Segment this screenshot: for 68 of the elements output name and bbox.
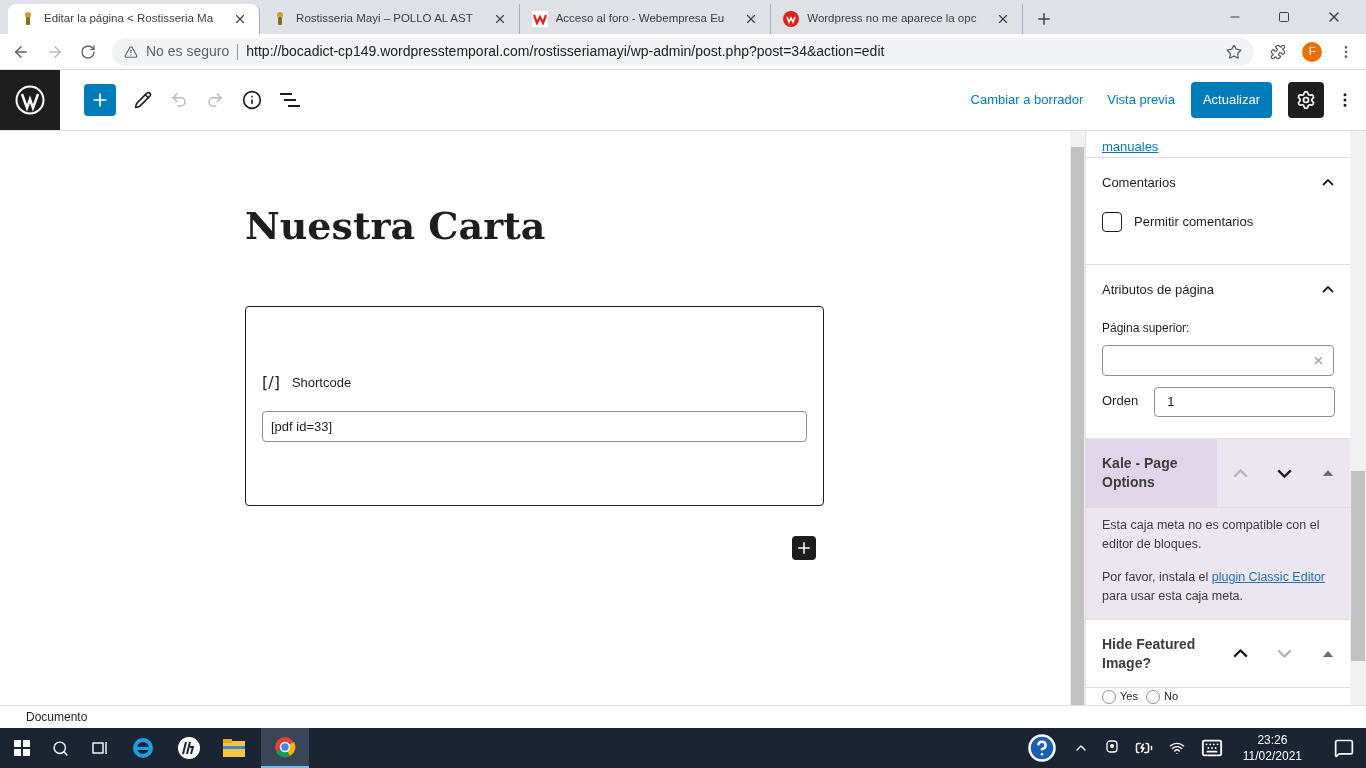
bookmark-star-icon[interactable] xyxy=(1226,43,1242,60)
shortcode-icon: [/] xyxy=(262,370,280,395)
settings-icon xyxy=(1296,90,1316,110)
panel-header[interactable]: Comentarios xyxy=(1102,157,1334,208)
radio-label: Yes xyxy=(1120,691,1138,702)
switch-to-draft-link[interactable]: Cambiar a borrador xyxy=(970,90,1084,110)
tab-title: Editar la página < Rostisseria Ma xyxy=(44,11,214,27)
field-label: Página superior: xyxy=(1102,319,1191,337)
url-text: http://bocadict-cp149.wordpresstemporal.com/rostisseriamayi/wp-admin/post.php?post=34&action=edit xyxy=(246,42,886,61)
extensions-icon[interactable] xyxy=(1270,43,1286,60)
keyboard-icon[interactable] xyxy=(1200,737,1223,759)
wordpress-logo-icon xyxy=(15,85,45,115)
wifi-icon[interactable] xyxy=(1168,740,1185,756)
windows-logo-icon[interactable] xyxy=(14,740,30,756)
restore-icon[interactable] xyxy=(1278,11,1290,23)
w-logo-icon xyxy=(783,11,800,27)
info-icon[interactable] xyxy=(242,90,262,110)
browser-tab[interactable]: Editar la página < Rostisseria Ma xyxy=(8,4,261,34)
wordpress-logo[interactable] xyxy=(0,70,60,130)
page-title[interactable]: Nuestra Carta xyxy=(245,197,546,254)
preview-link[interactable]: Vista previa xyxy=(1107,90,1175,110)
scrollbar[interactable] xyxy=(1070,131,1085,705)
update-button[interactable]: Actualizar xyxy=(1190,82,1272,118)
chrome-icon xyxy=(274,736,296,758)
search-icon[interactable] xyxy=(52,739,69,757)
scrollbar[interactable] xyxy=(1350,131,1366,705)
address-field[interactable]: No es seguro http://bocadict-cp149.wordpresstemporal.com/rostisseriamayi/wp-admin/post.php?post=34&action=edit xyxy=(112,37,1254,66)
tab-title: Acceso al foro - Webempresa Eu xyxy=(555,11,725,27)
task-view-icon[interactable] xyxy=(91,740,109,756)
radio-label: No xyxy=(1163,691,1178,702)
checkbox-label: Permitir comentarios xyxy=(1134,213,1254,232)
order-field[interactable]: 1 xyxy=(1154,386,1336,417)
settings-button[interactable] xyxy=(1288,82,1324,118)
reload-icon[interactable] xyxy=(80,43,96,60)
meta-box-help: Por favor, instala el plugin Classic Editor para usar esta caja meta. xyxy=(1102,569,1327,605)
block-label: Shortcode xyxy=(291,373,352,392)
radio-button[interactable] xyxy=(1145,689,1160,704)
tab-title: Rostisseria Mayi – POLLO AL AST xyxy=(296,11,473,27)
manuals-link[interactable]: manuales xyxy=(1102,139,1159,153)
list-view-icon[interactable] xyxy=(280,93,300,107)
parent-page-field[interactable] xyxy=(1102,344,1334,376)
w-logo-icon xyxy=(531,11,548,27)
webcam-icon[interactable] xyxy=(1104,740,1119,756)
shortcode-field[interactable]: [pdf id=33] xyxy=(262,410,807,442)
field-label: Orden xyxy=(1102,391,1139,410)
pencil-icon[interactable] xyxy=(134,91,152,109)
meta-box-title[interactable]: Kale - Page Options xyxy=(1086,439,1217,507)
shortcode-block[interactable]: [/] Shortcode [pdf id=33] xyxy=(245,306,824,506)
breadcrumb[interactable]: Documento xyxy=(26,708,88,726)
radio-button[interactable] xyxy=(1102,689,1116,704)
folder-icon[interactable] xyxy=(223,739,245,757)
chrome-taskbar-button[interactable] xyxy=(261,728,309,768)
add-block-button[interactable] xyxy=(792,536,816,560)
notifications-icon[interactable] xyxy=(1334,738,1354,758)
checkbox[interactable] xyxy=(1102,211,1122,232)
clock[interactable]: 23:26 11/02/2021 xyxy=(1238,732,1306,764)
warning-icon xyxy=(124,44,138,59)
browser-e-icon[interactable] xyxy=(131,737,155,759)
plus-icon xyxy=(795,539,813,557)
panel-header[interactable]: Atributos de página xyxy=(1102,264,1334,315)
triangle-up-icon xyxy=(1323,650,1333,657)
triangle-up-icon xyxy=(1323,470,1333,476)
security-label: No es seguro xyxy=(146,42,230,61)
classic-editor-link[interactable]: plugin Classic Editor xyxy=(1211,570,1326,584)
tab-title: Wordpress no me aparece la opc xyxy=(807,11,977,27)
meta-box-notice: Esta caja meta no es compatible con el editor de bloques. xyxy=(1102,517,1321,553)
help-icon[interactable] xyxy=(1026,733,1057,763)
meta-box-title[interactable]: Hide Featured Image? xyxy=(1086,620,1217,687)
